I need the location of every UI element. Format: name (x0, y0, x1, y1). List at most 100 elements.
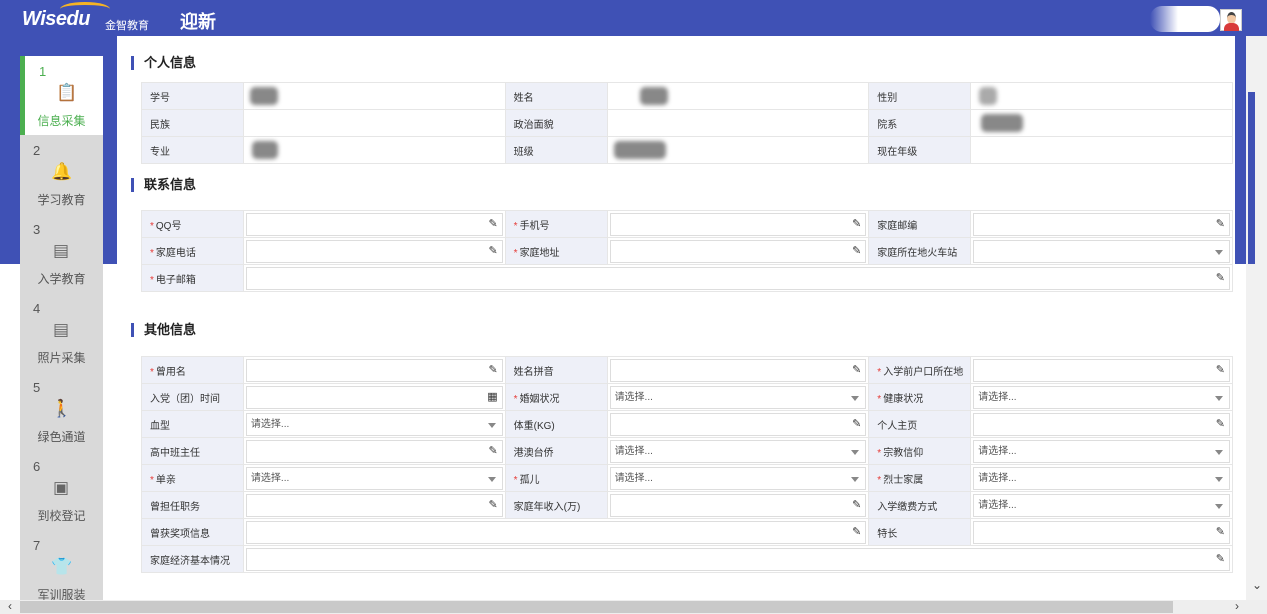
hukou-input[interactable]: ✎ (973, 358, 1230, 382)
postcode-input[interactable]: ✎ (973, 212, 1230, 236)
step-3[interactable]: 3 ▤ 入学教育 (20, 214, 103, 293)
label-postcode: 家庭邮编 (868, 210, 972, 238)
orphan-select[interactable]: 请选择... (609, 466, 867, 490)
calendar-icon[interactable]: ▦ (487, 387, 497, 408)
email-input[interactable]: ✎ (245, 266, 1230, 290)
chevron-down-icon[interactable] (851, 395, 860, 401)
weight-input[interactable]: ✎ (609, 412, 867, 436)
blood-select[interactable]: 请选择... (245, 412, 503, 436)
station-select[interactable] (973, 239, 1230, 263)
chevron-down-icon[interactable] (1215, 449, 1223, 455)
pencil-icon[interactable]: ✎ (488, 441, 497, 462)
qq-input[interactable]: ✎ (245, 212, 503, 236)
label-gender: 性别 (868, 82, 972, 110)
pencil-icon[interactable]: ✎ (488, 241, 497, 262)
home-address-input[interactable]: ✎ (609, 239, 867, 263)
avatar[interactable] (1220, 9, 1242, 31)
home-phone-input[interactable]: ✎ (245, 239, 503, 263)
party-date-input[interactable]: ▦ (245, 385, 503, 409)
specialty-input[interactable]: ✎ (973, 520, 1230, 544)
label-hmt: 港澳台侨 (504, 437, 608, 465)
economy-input[interactable]: ✎ (245, 547, 1230, 571)
label-college: 院系 (868, 109, 972, 137)
label-awards: 曾获奖项信息 (141, 518, 244, 546)
hs-teacher-input[interactable]: ✎ (245, 439, 503, 463)
chevron-down-icon[interactable] (1215, 476, 1223, 482)
value-class (606, 136, 870, 164)
label-grade: 现在年级 (868, 136, 972, 164)
chevron-down-icon[interactable] (851, 476, 860, 482)
pencil-icon[interactable]: ✎ (1216, 549, 1225, 570)
label-health: * 健康状况 (868, 383, 972, 411)
value-politics (606, 109, 870, 137)
name-pinyin-input[interactable]: ✎ (609, 358, 867, 382)
pencil-icon[interactable]: ✎ (1216, 522, 1225, 543)
chevron-down-icon[interactable] (487, 476, 496, 482)
pencil-icon[interactable]: ✎ (852, 360, 861, 381)
chevron-down-icon[interactable] (851, 449, 860, 455)
chevron-down-icon[interactable] (1215, 249, 1223, 255)
section-title-personal: 个人信息 (131, 56, 196, 70)
pencil-icon[interactable]: ✎ (488, 214, 497, 235)
label-home-address: * 家庭地址 (504, 237, 608, 265)
pencil-icon[interactable]: ✎ (488, 360, 497, 381)
label-hukou: * 入学前户口所在地 (868, 356, 972, 384)
walking-icon: 🚶 (51, 399, 73, 418)
chevron-down-icon[interactable] (1215, 503, 1223, 509)
scroll-left-icon[interactable]: ‹ (8, 599, 12, 613)
pencil-icon[interactable]: ✎ (852, 522, 861, 543)
horizontal-scroll-thumb[interactable] (20, 601, 1173, 613)
religion-select[interactable]: 请选择... (973, 439, 1230, 463)
label-religion: * 宗教信仰 (868, 437, 972, 465)
chevron-down-icon[interactable] (487, 422, 496, 428)
value-major (242, 136, 506, 164)
label-politics: 政治面貌 (504, 109, 608, 137)
step-nav: 1 📋 信息采集 2 🔔 学习教育 3 ▤ 入学教育 4 ▤ 照片采集 5 🚶 … (20, 56, 103, 604)
pencil-icon[interactable]: ✎ (1216, 214, 1225, 235)
pencil-icon[interactable]: ✎ (1216, 268, 1225, 289)
pencil-icon[interactable]: ✎ (852, 414, 861, 435)
health-select[interactable]: 请选择... (973, 385, 1230, 409)
marital-select[interactable]: 请选择... (609, 385, 867, 409)
awards-input[interactable]: ✎ (245, 520, 867, 544)
pencil-icon[interactable]: ✎ (488, 495, 497, 516)
step-5[interactable]: 5 🚶 绿色通道 (20, 372, 103, 451)
step-1[interactable]: 1 📋 信息采集 (20, 56, 103, 135)
chevron-down-icon[interactable] (1203, 12, 1213, 18)
pencil-icon[interactable]: ✎ (1216, 360, 1225, 381)
label-email: * 电子邮箱 (141, 264, 244, 292)
martyr-select[interactable]: 请选择... (973, 466, 1230, 490)
step-6[interactable]: 6 ▣ 到校登记 (20, 451, 103, 530)
step-2[interactable]: 2 🔔 学习教育 (20, 135, 103, 214)
label-hs-teacher: 高中班主任 (141, 437, 244, 465)
vertical-scroll-thumb[interactable] (1248, 92, 1255, 264)
pencil-icon[interactable]: ✎ (852, 214, 861, 235)
step-label: 照片采集 (37, 351, 86, 365)
section-title-other: 其他信息 (131, 323, 196, 337)
label-orphan: * 孤儿 (504, 464, 608, 492)
step-label: 入学教育 (37, 272, 86, 286)
step-7[interactable]: 7 👕 军训服装 (20, 530, 103, 609)
label-home-phone: * 家庭电话 (141, 237, 244, 265)
scroll-right-icon[interactable]: › (1235, 599, 1239, 613)
pencil-icon[interactable]: ✎ (852, 241, 861, 262)
family-income-input[interactable]: ✎ (609, 493, 867, 517)
step-4[interactable]: 4 ▤ 照片采集 (20, 293, 103, 372)
label-weight: 体重(KG) (504, 410, 608, 438)
former-name-input[interactable]: ✎ (245, 358, 503, 382)
scroll-down-icon[interactable]: ⌄ (1252, 578, 1262, 592)
mobile-input[interactable]: ✎ (609, 212, 867, 236)
step-number: 2 (33, 143, 41, 158)
pencil-icon[interactable]: ✎ (852, 495, 861, 516)
pencil-icon[interactable]: ✎ (1216, 414, 1225, 435)
user-menu[interactable] (1150, 6, 1220, 32)
chevron-down-icon[interactable] (1215, 395, 1223, 401)
hmt-select[interactable]: 请选择... (609, 439, 867, 463)
label-marital: * 婚姻状况 (504, 383, 608, 411)
homepage-input[interactable]: ✎ (973, 412, 1230, 436)
single-parent-select[interactable]: 请选择... (245, 466, 503, 490)
payment-select[interactable]: 请选择... (973, 493, 1230, 517)
label-party-date: 入党（团）时间 (141, 383, 244, 411)
step-number: 7 (33, 538, 41, 553)
former-position-input[interactable]: ✎ (245, 493, 503, 517)
